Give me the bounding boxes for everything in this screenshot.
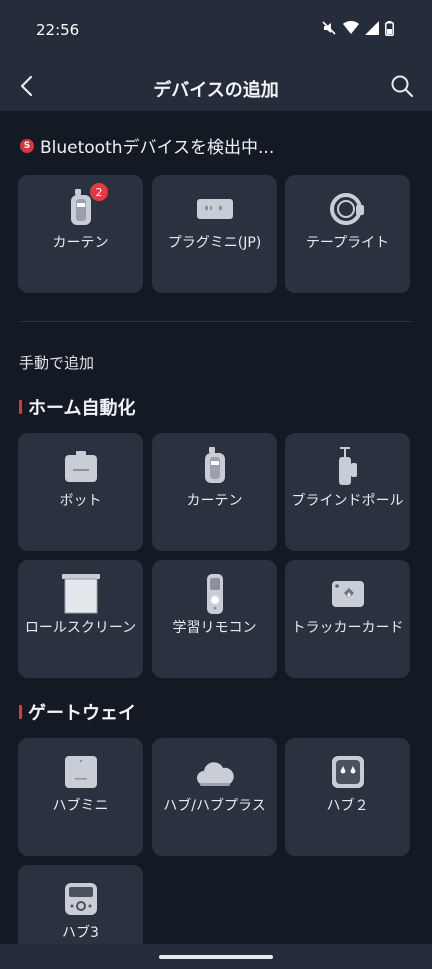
signal-icon — [365, 21, 379, 35]
navigation-bar — [0, 944, 432, 969]
mute-icon — [322, 21, 336, 35]
device-label: ハブ3 — [62, 925, 99, 941]
device-tracker-card[interactable]: トラッカーカード — [285, 560, 410, 678]
accent-bar — [19, 400, 22, 414]
curtain-icon — [152, 447, 277, 487]
device-label: ハブ/ハブプラス — [163, 798, 266, 814]
status-icons — [321, 20, 394, 36]
device-label: トラッカーカード — [291, 620, 404, 636]
device-label: ブラインドポール — [291, 493, 404, 509]
hub-2-icon — [285, 752, 410, 792]
hub-mini-icon — [18, 752, 143, 792]
remote-icon — [152, 574, 277, 614]
switchbot-logo-icon: S — [20, 138, 34, 153]
tracker-card-icon — [285, 574, 410, 614]
device-label: ハブ２ — [326, 798, 369, 814]
device-label: ハブミニ — [52, 798, 109, 814]
hub-plus-icon — [152, 752, 277, 792]
roller-shade-icon — [18, 574, 143, 614]
section-title-gateway: ゲートウェイ — [19, 699, 136, 725]
device-hub-2[interactable]: ハブ２ — [285, 738, 410, 856]
page-title: デバイスの追加 — [153, 80, 279, 101]
device-roller-shade[interactable]: ロールスクリーン — [18, 560, 143, 678]
bluetooth-scan-status: S Bluetoothデバイスを検出中... — [20, 133, 274, 158]
found-device-plug-mini[interactable]: プラグミニ(JP) — [152, 175, 277, 293]
hub-3-icon — [18, 879, 143, 919]
section-title-text: ホーム自動化 — [28, 398, 136, 419]
found-device-curtain[interactable]: 2 カーテン — [18, 175, 143, 293]
device-label: カーテン — [186, 493, 243, 509]
plug-mini-icon — [152, 189, 277, 229]
search-icon[interactable] — [390, 74, 414, 98]
wifi-icon — [343, 21, 359, 34]
device-hub-plus[interactable]: ハブ/ハブプラス — [152, 738, 277, 856]
section-divider — [20, 321, 412, 322]
device-label: プラグミニ(JP) — [167, 235, 262, 251]
device-label: ロールスクリーン — [24, 620, 137, 636]
accent-bar — [19, 705, 22, 719]
status-time: 22:56 — [36, 21, 80, 39]
manual-add-label: 手動で追加 — [19, 354, 95, 372]
home-gesture-handle[interactable] — [159, 955, 273, 959]
section-title-text: ゲートウェイ — [28, 703, 136, 724]
device-label: 学習リモコン — [172, 620, 257, 636]
battery-icon — [385, 20, 394, 36]
scan-label: Bluetoothデバイスを検出中... — [40, 138, 275, 158]
notification-badge: 2 — [90, 183, 108, 201]
device-hub-3[interactable]: ハブ3 — [18, 865, 143, 944]
top-app-bar: 22:56 デバイスの追加 — [0, 0, 432, 111]
found-device-tape-light[interactable]: テープライト — [285, 175, 410, 293]
device-label: ボット — [59, 493, 102, 509]
curtain-icon — [18, 189, 143, 229]
device-label: テープライト — [305, 235, 390, 251]
bot-icon — [18, 447, 143, 487]
device-remote[interactable]: 学習リモコン — [152, 560, 277, 678]
device-hub-mini[interactable]: ハブミニ — [18, 738, 143, 856]
tape-light-icon — [285, 189, 410, 229]
section-title-home-automation: ホーム自動化 — [19, 394, 135, 420]
device-blind-tilt[interactable]: ブラインドポール — [285, 433, 410, 551]
device-curtain[interactable]: カーテン — [152, 433, 277, 551]
device-bot[interactable]: ボット — [18, 433, 143, 551]
blind-tilt-icon — [285, 447, 410, 487]
device-label: カーテン — [52, 235, 109, 251]
